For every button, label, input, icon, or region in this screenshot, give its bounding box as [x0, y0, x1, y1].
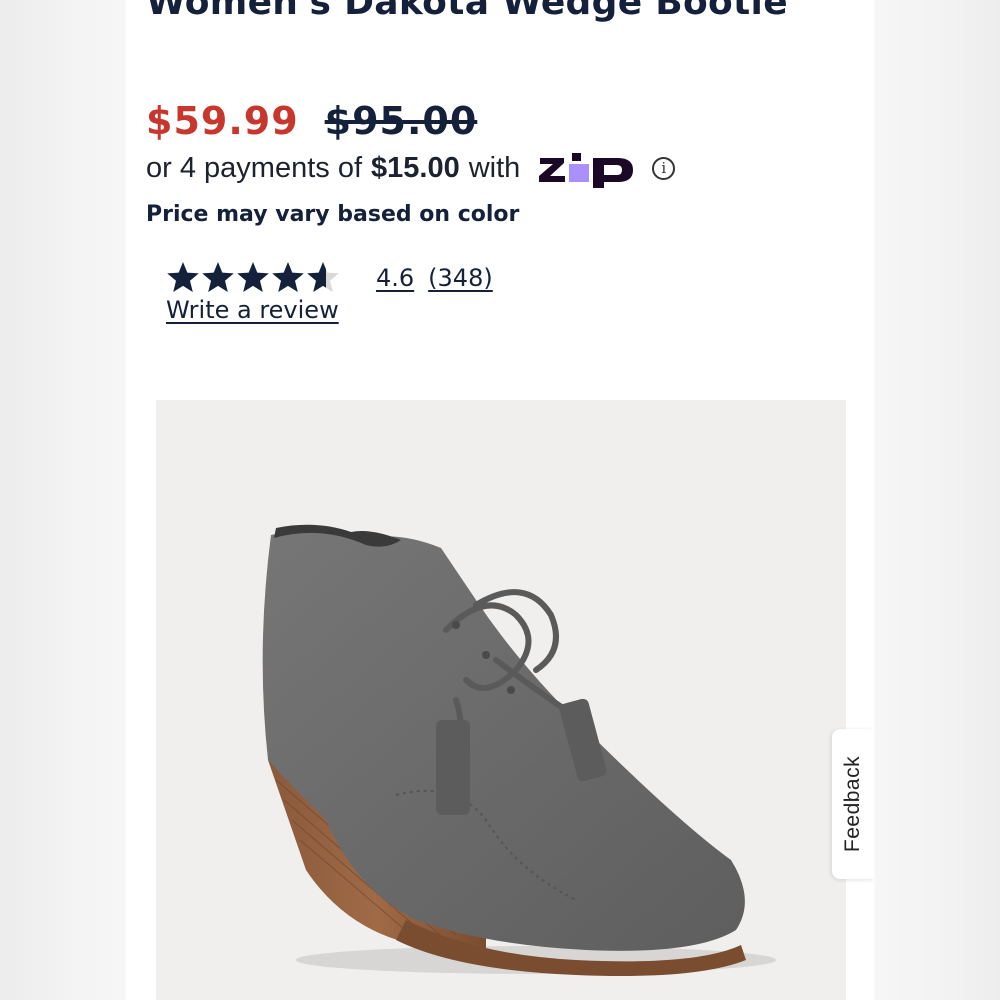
- price-row: $59.99 $95.00: [146, 96, 477, 146]
- star-full-1: [167, 262, 199, 292]
- write-review-link[interactable]: Write a review: [166, 296, 339, 324]
- star-full-4: [272, 262, 304, 292]
- installments-suffix: with: [468, 151, 521, 184]
- sale-price: $59.99: [146, 99, 299, 143]
- feedback-label[interactable]: Feedback: [841, 756, 865, 852]
- feedback-tab[interactable]: Feedback: [832, 729, 874, 879]
- info-icon[interactable]: i: [652, 156, 676, 180]
- product-page: Women's Dakota Wedge Bootie $59.99 $95.0…: [126, 0, 874, 1000]
- installments-row: or 4 payments of $15.00 with i: [146, 148, 676, 188]
- rating-row: 4.6 (348): [166, 258, 493, 298]
- installments-amount: $15.00: [371, 151, 460, 184]
- rating-score[interactable]: 4.6: [376, 264, 414, 292]
- star-rating: [166, 260, 344, 296]
- product-image[interactable]: [156, 400, 846, 1000]
- rating-count[interactable]: (348): [428, 264, 493, 292]
- stars-icon: [167, 262, 339, 292]
- bootie-image: [262, 524, 776, 976]
- price-note: Price may vary based on color: [146, 202, 520, 227]
- rating-summary-link[interactable]: 4.6 (348): [376, 264, 493, 292]
- original-price: $95.00: [324, 99, 478, 143]
- product-title: Women's Dakota Wedge Bootie: [146, 0, 788, 23]
- star-full-2: [202, 262, 234, 292]
- zip-logo[interactable]: [538, 148, 638, 188]
- star-full-3: [237, 262, 269, 292]
- installments-prefix: or 4 payments of: [146, 151, 362, 184]
